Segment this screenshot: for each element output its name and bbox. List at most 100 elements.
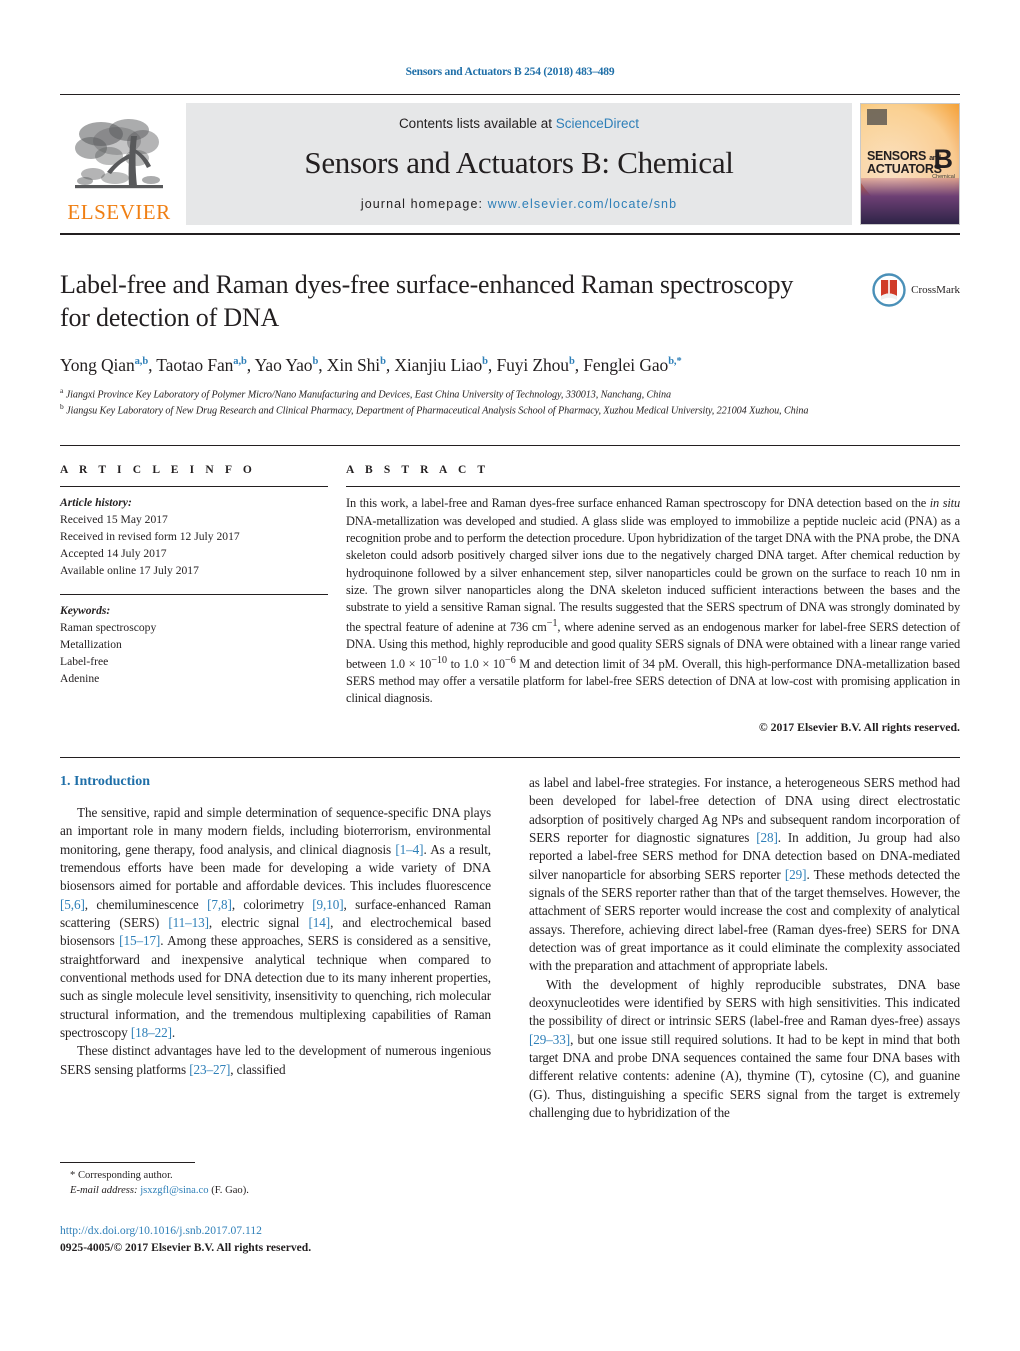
cover-letter-subtitle: Chemical [932, 174, 955, 180]
email-line: E-mail address: jsxzgfl@sina.co (F. Gao)… [60, 1183, 480, 1198]
elsevier-tree-icon [75, 119, 163, 189]
citation-link[interactable]: [23–27] [189, 1062, 230, 1077]
abstract-part: DNA-metallization was developed and stud… [346, 513, 960, 634]
paragraph-text: . Among these approaches, SERS is consid… [60, 933, 491, 1040]
citation-link[interactable]: [11–13] [168, 915, 209, 930]
affiliation-mark: b [60, 402, 64, 412]
author-name: Fenglei Gao [583, 354, 669, 375]
citation-link[interactable]: [1–4] [395, 842, 423, 857]
abstract-copyright: © 2017 Elsevier B.V. All rights reserved… [758, 719, 960, 734]
citation-link[interactable]: [29–33] [529, 1032, 570, 1047]
affiliation-text: Jiangxi Province Key Laboratory of Polym… [65, 388, 671, 400]
paragraph: as label and label-free strategies. For … [529, 774, 960, 976]
keyword-item: Metallization [60, 637, 122, 651]
elsevier-wordmark: ELSEVIER [67, 200, 171, 224]
author-separator: , [574, 354, 584, 375]
paragraph: With the development of highly reproduci… [529, 976, 960, 1123]
affiliation-item: b Jiangsu Key Laboratory of New Drug Res… [60, 402, 960, 419]
paragraph: The sensitive, rapid and simple determin… [60, 804, 491, 1042]
history-item: Available online 17 July 2017 [60, 563, 199, 577]
citation-link[interactable]: [28] [756, 830, 778, 845]
affiliation-item: a Jiangxi Province Key Laboratory of Pol… [60, 386, 960, 403]
abstract-superscript: −1 [546, 617, 558, 629]
abstract-text: In this work, a label-free and Raman dye… [346, 495, 960, 708]
footnote-divider [60, 1162, 195, 1163]
citation-link[interactable]: [14] [308, 915, 330, 930]
paragraph-text: , but one issue still required solutions… [529, 1031, 960, 1120]
paragraph-text: , colorimetry [231, 896, 313, 912]
doi-link[interactable]: http://dx.doi.org/10.1016/j.snb.2017.07.… [60, 1224, 262, 1237]
author-affiliation-mark: a,b [233, 355, 247, 367]
history-item: Received 15 May 2017 [60, 513, 168, 527]
journal-homepage-link[interactable]: www.elsevier.com/locate/snb [488, 197, 678, 211]
contents-line: Contents lists available at ScienceDirec… [399, 116, 639, 131]
abstract-superscript: −6 [504, 654, 516, 666]
history-item: Received in revised form 12 July 2017 [60, 530, 240, 544]
cover-letter: B [933, 144, 954, 174]
body-columns: 1. Introduction The sensitive, rapid and… [60, 774, 960, 1123]
crossmark-badge[interactable]: CrossMark [872, 273, 960, 307]
info-abstract-section: A R T I C L E I N F O Article history: R… [60, 445, 960, 735]
sciencedirect-link[interactable]: ScienceDirect [556, 116, 639, 131]
author-name: Fuyi Zhou [496, 354, 569, 375]
author-affiliation-mark: a,b [134, 355, 149, 367]
body-column-left: 1. Introduction The sensitive, rapid and… [60, 774, 491, 1123]
citation-link[interactable]: [18–22] [131, 1025, 172, 1040]
paragraph-text: . These methods detected the signals of … [529, 866, 960, 974]
article-info-heading: A R T I C L E I N F O [60, 464, 256, 477]
affiliation-list: a Jiangxi Province Key Laboratory of Pol… [60, 386, 960, 420]
paragraph-text: . [171, 1024, 176, 1040]
title-block: Label-free and Raman dyes-free surface-e… [60, 269, 960, 419]
corresponding-author-footnote: * Corresponding author. E-mail address: … [60, 1162, 480, 1199]
citation-link[interactable]: [29] [785, 867, 807, 882]
article-info-column: A R T I C L E I N F O Article history: R… [60, 464, 328, 735]
elsevier-logo: ELSEVIER [60, 103, 178, 225]
author-entry: Fenglei Gaob,* [583, 355, 681, 375]
running-head: Sensors and Actuators B 254 (2018) 483–4… [405, 66, 615, 78]
divider [60, 756, 960, 758]
author-separator: , [318, 354, 327, 375]
author-affiliation-mark: b,* [668, 355, 682, 367]
abstract-part: to 1.0 × 10 [446, 656, 505, 671]
citation-link[interactable]: [15–17] [119, 933, 160, 948]
author-name: Yao Yao [254, 354, 313, 375]
affiliation-text: Jiangsu Key Laboratory of New Drug Resea… [66, 405, 809, 417]
cover-elsevier-mark-icon [867, 109, 887, 125]
body-column-right: as label and label-free strategies. For … [529, 774, 960, 1123]
abstract-italic: in situ [929, 496, 960, 511]
journal-masthead: ELSEVIER Contents lists available at Sci… [60, 94, 960, 235]
corresponding-author-line: * Corresponding author. [70, 1170, 173, 1181]
author-separator: , [246, 354, 255, 375]
citation-link[interactable]: [7,8] [207, 897, 232, 912]
paragraph-text: With the development of highly reproduci… [529, 976, 960, 1029]
section-title-introduction: 1. Introduction [60, 773, 150, 789]
journal-title: Sensors and Actuators B: Chemical [304, 144, 734, 180]
author-entry: Yong Qiana,b, [60, 355, 156, 375]
crossmark-label: CrossMark [911, 284, 960, 296]
email-label: E-mail address: [70, 1185, 138, 1197]
email-suffix: (F. Gao). [211, 1185, 249, 1197]
keywords-label: Keywords: [60, 603, 111, 617]
keyword-item: Raman spectroscopy [60, 620, 157, 634]
abstract-superscript: −10 [431, 654, 447, 666]
author-name: Xianjiu Liao [394, 354, 483, 375]
author-entry: Xin Shib, [327, 355, 395, 375]
abstract-column: A B S T R A C T In this work, a label-fr… [346, 464, 960, 735]
cover-bottom-decoration [861, 178, 959, 224]
journal-cover-thumbnail[interactable]: SENSORS and ACTUATORS B Chemical [860, 103, 960, 225]
author-name: Taotao Fan [156, 354, 234, 375]
journal-band: Contents lists available at ScienceDirec… [186, 103, 852, 225]
citation-link[interactable]: [9,10] [312, 897, 343, 912]
history-item: Accepted 14 July 2017 [60, 547, 167, 561]
email-link[interactable]: jsxzgfl@sina.co [140, 1185, 208, 1196]
footer-doi-block: http://dx.doi.org/10.1016/j.snb.2017.07.… [60, 1222, 311, 1257]
citation-link[interactable]: [5,6] [60, 897, 85, 912]
homepage-prefix: journal homepage: [360, 196, 488, 211]
paragraph-text: , classified [230, 1061, 286, 1077]
crossmark-icon [872, 273, 906, 307]
author-name: Xin Shi [326, 354, 381, 375]
divider [60, 593, 328, 595]
author-entry: Taotao Fana,b, [156, 355, 254, 375]
paragraph-text: , chemiluminescence [84, 896, 208, 912]
paragraph-text: , electric signal [208, 914, 309, 930]
